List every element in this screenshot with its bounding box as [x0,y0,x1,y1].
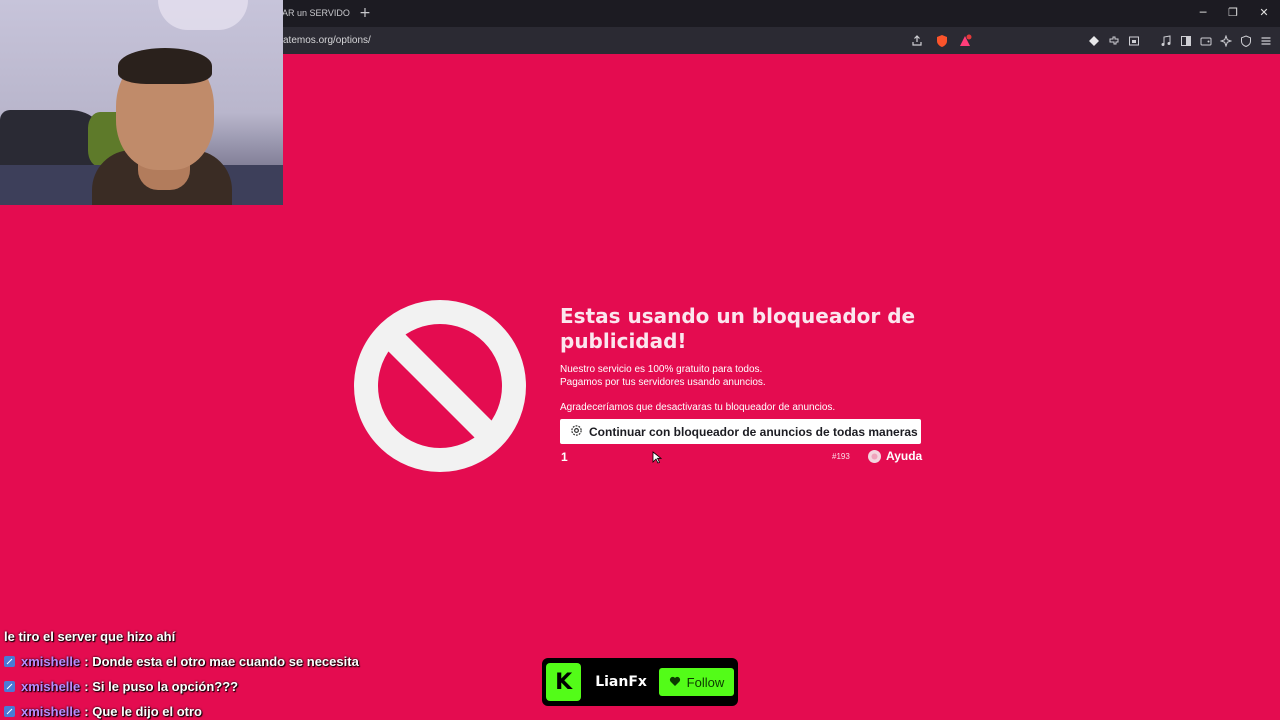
screenshot-icon[interactable] [1126,33,1142,49]
chat-text: : Donde esta el otro mae cuando se neces… [84,654,359,669]
webcam-overlay [0,0,283,205]
kick-logo: K [546,663,582,701]
streamer-name: LianFx [595,674,647,690]
user-badge-icon [4,706,15,717]
chat-text: : Si le puso la opción??? [84,679,239,694]
gear-icon [570,424,583,440]
address-field[interactable]: atemos.org/options/ [283,35,371,46]
shield-icon[interactable] [934,33,950,49]
server-identifier: #193 [832,452,850,461]
vpn-icon[interactable] [1238,33,1254,49]
minimize-button[interactable]: ─ [1192,4,1214,22]
heart-icon [669,675,681,690]
continue-with-adblock-button[interactable]: Continuar con bloqueador de anuncios de … [560,419,921,444]
chat-text: : Que le dijo el otro [84,704,202,719]
chat-message: xmishelle : Que le dijo el otro [4,699,404,720]
sparkle-icon[interactable] [1218,33,1234,49]
rewards-icon[interactable] [957,33,973,49]
chat-text: le tiro el server que hizo ahí [4,629,176,644]
continue-button-label: Continuar con bloqueador de anuncios de … [589,424,918,439]
free-service-text: Nuestro servicio es 100% gratuito para t… [560,364,763,375]
disable-request-text: Agradeceríamos que desactivaras tu bloqu… [560,402,836,413]
follow-button[interactable]: Follow [658,668,734,696]
chat-username: xmishelle [21,654,81,669]
puzzle-icon[interactable] [1106,33,1122,49]
user-badge-icon [4,681,15,692]
chat-username: xmishelle [21,679,81,694]
adblock-message: Estas usando un bloqueador de publicidad… [560,304,930,414]
maximize-button[interactable]: ❐ [1222,4,1244,22]
ads-pay-text: Pagamos por tus servidores usando anunci… [560,377,766,388]
follow-label: Follow [686,674,725,690]
media-icon[interactable] [1158,33,1174,49]
chat-message: xmishelle : Si le puso la opción??? [4,674,404,699]
extension-icon[interactable] [1086,33,1102,49]
no-entry-icon [353,299,527,473]
help-link[interactable]: Ayuda [868,449,922,463]
close-window-button[interactable]: ✕ [1253,4,1275,22]
wallet-icon[interactable] [1198,33,1214,49]
kick-follow-widget: K LianFx Follow [542,658,738,706]
chat-username: xmishelle [21,704,81,719]
chat-message: le tiro el server que hizo ahí [4,624,404,649]
sidebar-icon[interactable] [1178,33,1194,49]
page-number: 1 [561,450,568,464]
page-title: Estas usando un bloqueador de publicidad… [560,304,916,353]
browser-tab[interactable]: AR un SERVIDOR [276,4,350,23]
mouse-cursor-icon [652,451,663,465]
chat-message: xmishelle : Donde esta el otro mae cuand… [4,649,404,674]
help-label: Ayuda [886,449,923,463]
share-icon[interactable] [909,33,925,49]
new-tab-button[interactable]: + [358,4,372,23]
menu-icon[interactable] [1258,33,1274,49]
user-badge-icon [4,656,15,667]
stream-chat: le tiro el server que hizo ahí xmishelle… [4,624,404,720]
help-icon [868,449,881,463]
